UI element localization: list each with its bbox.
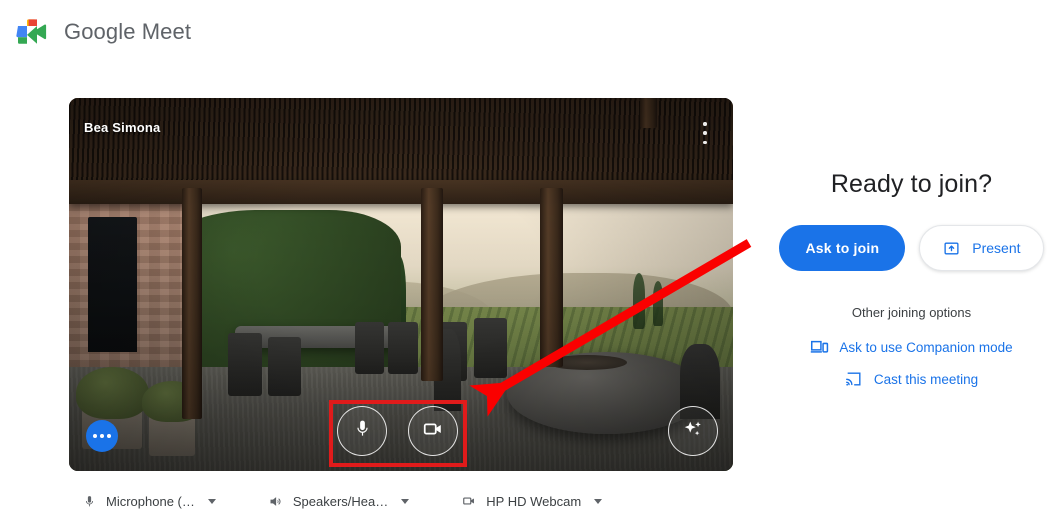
kebab-menu-icon[interactable] xyxy=(695,120,715,146)
more-dot xyxy=(100,434,104,438)
microphone-toggle-button[interactable] xyxy=(337,406,387,456)
speaker-icon xyxy=(268,493,284,509)
companion-device-icon xyxy=(810,338,829,356)
camera-feed-image xyxy=(69,98,733,471)
brand-logo-area: Google Meet xyxy=(14,16,191,48)
join-panel: Ready to join? Ask to join Present Other… xyxy=(760,170,1063,388)
brand-title: Google Meet xyxy=(64,19,191,45)
speakers-selector[interactable]: Speakers/Hea… xyxy=(268,493,410,509)
participant-name-label: Bea Simona xyxy=(84,120,161,135)
google-meet-logo-icon xyxy=(14,16,52,48)
microphone-selector[interactable]: Microphone (… xyxy=(81,493,216,509)
present-button[interactable]: Present xyxy=(919,225,1044,271)
brand-google-word: Google xyxy=(64,19,136,44)
other-joining-options-label: Other joining options xyxy=(851,305,972,320)
microphone-icon xyxy=(353,419,372,443)
app-header: Google Meet xyxy=(0,0,1063,70)
present-screen-icon xyxy=(942,239,961,257)
camera-selector[interactable]: HP HD Webcam xyxy=(461,493,603,509)
more-dot xyxy=(107,434,111,438)
microphone-icon xyxy=(81,493,97,509)
camera-toggle-button[interactable] xyxy=(408,406,458,456)
chevron-down-icon xyxy=(207,498,216,504)
brand-meet-word: Meet xyxy=(135,19,192,44)
join-panel-title: Ready to join? xyxy=(830,170,993,198)
companion-mode-link[interactable]: Ask to use Companion mode xyxy=(760,338,1063,356)
cast-meeting-label: Cast this meeting xyxy=(873,371,979,387)
microphone-selector-label: Microphone (… xyxy=(106,493,195,509)
video-camera-icon xyxy=(422,418,444,445)
speakers-selector-label: Speakers/Hea… xyxy=(292,493,389,509)
present-button-label: Present xyxy=(972,240,1021,256)
camera-selector-label: HP HD Webcam xyxy=(486,493,582,509)
ask-to-join-button[interactable]: Ask to join xyxy=(779,225,906,271)
more-options-button[interactable] xyxy=(86,420,118,452)
cast-icon xyxy=(845,370,864,388)
chevron-down-icon xyxy=(594,498,603,504)
video-preview-tile[interactable]: Bea Simona xyxy=(69,98,733,471)
chevron-down-icon xyxy=(401,498,410,504)
sparkles-effects-icon xyxy=(682,418,704,445)
device-settings-bar: Microphone (… Speakers/Hea… HP HD Webcam xyxy=(69,487,733,515)
video-camera-icon xyxy=(461,493,477,509)
cast-meeting-link[interactable]: Cast this meeting xyxy=(760,370,1063,388)
join-actions-row: Ask to join Present xyxy=(760,225,1063,271)
companion-mode-label: Ask to use Companion mode xyxy=(839,339,1013,355)
visual-effects-button[interactable] xyxy=(668,406,718,456)
more-dot xyxy=(93,434,97,438)
